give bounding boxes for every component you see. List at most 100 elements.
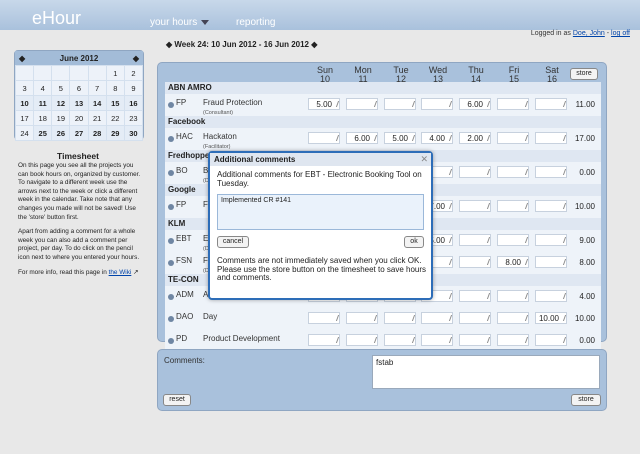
- pencil-icon[interactable]: [520, 203, 529, 209]
- logoff-link[interactable]: log off: [611, 30, 630, 37]
- pencil-icon[interactable]: [558, 203, 567, 209]
- calendar-day[interactable]: 30: [123, 125, 144, 141]
- hours-input[interactable]: [535, 234, 567, 246]
- pencil-icon[interactable]: [558, 135, 567, 141]
- hours-input[interactable]: [421, 98, 453, 110]
- hours-input[interactable]: [384, 98, 416, 110]
- hours-input[interactable]: [459, 290, 491, 302]
- hours-input[interactable]: [497, 312, 529, 324]
- calendar-day[interactable]: 3: [14, 80, 35, 96]
- pencil-icon[interactable]: [520, 337, 529, 343]
- pencil-icon[interactable]: [444, 293, 453, 299]
- pencil-icon[interactable]: [558, 169, 567, 175]
- calendar-day[interactable]: 6: [69, 80, 89, 96]
- pencil-icon[interactable]: [331, 337, 340, 343]
- pencil-icon[interactable]: [558, 237, 567, 243]
- pencil-icon[interactable]: [482, 315, 491, 321]
- pencil-icon[interactable]: [482, 101, 491, 107]
- pencil-icon[interactable]: [520, 169, 529, 175]
- hours-input[interactable]: [308, 312, 340, 324]
- hours-input[interactable]: [384, 334, 416, 346]
- hours-input[interactable]: 5.00: [384, 132, 416, 144]
- calendar-day[interactable]: 1: [105, 65, 125, 81]
- pencil-icon[interactable]: [520, 293, 529, 299]
- prev-week-icon[interactable]: ◆: [166, 40, 172, 49]
- pencil-icon[interactable]: [444, 337, 453, 343]
- hours-input[interactable]: [497, 200, 529, 212]
- calendar-day[interactable]: 26: [51, 125, 71, 141]
- hours-input[interactable]: 2.00: [459, 132, 491, 144]
- hours-input[interactable]: [497, 290, 529, 302]
- calendar-day[interactable]: 17: [14, 110, 35, 126]
- pencil-icon[interactable]: [520, 135, 529, 141]
- pencil-icon[interactable]: [520, 101, 529, 107]
- hours-input[interactable]: [497, 98, 529, 110]
- pencil-icon[interactable]: [369, 315, 378, 321]
- hours-input[interactable]: [497, 234, 529, 246]
- pencil-icon[interactable]: [331, 101, 340, 107]
- pencil-icon[interactable]: [444, 135, 453, 141]
- pencil-icon[interactable]: [482, 293, 491, 299]
- hours-input[interactable]: [535, 132, 567, 144]
- hours-input[interactable]: [497, 166, 529, 178]
- close-icon[interactable]: ✕: [420, 153, 428, 166]
- pencil-icon[interactable]: [482, 203, 491, 209]
- pencil-icon[interactable]: [558, 101, 567, 107]
- hours-input[interactable]: [497, 132, 529, 144]
- calendar-day[interactable]: 25: [33, 125, 53, 141]
- pencil-icon[interactable]: [558, 337, 567, 343]
- calendar-week[interactable]: 10 11 12 13 14 15 16: [14, 95, 144, 111]
- pencil-icon[interactable]: [369, 101, 378, 107]
- hours-input[interactable]: [308, 132, 340, 144]
- pencil-icon[interactable]: [520, 237, 529, 243]
- calendar-day[interactable]: 21: [87, 110, 107, 126]
- hours-input[interactable]: [535, 290, 567, 302]
- pencil-icon[interactable]: [369, 337, 378, 343]
- hours-input[interactable]: [459, 200, 491, 212]
- calendar-week[interactable]: 12: [14, 65, 144, 81]
- calendar-day[interactable]: 14: [87, 95, 107, 111]
- hours-input[interactable]: [346, 334, 378, 346]
- comments-store-button[interactable]: store: [571, 394, 601, 406]
- calendar-day[interactable]: 27: [69, 125, 89, 141]
- pencil-icon[interactable]: [407, 315, 416, 321]
- next-week-icon[interactable]: ◆: [311, 40, 317, 49]
- calendar-day[interactable]: 23: [123, 110, 144, 126]
- nav-your-hours[interactable]: your hours: [150, 17, 210, 28]
- pencil-icon[interactable]: [407, 337, 416, 343]
- hours-input[interactable]: [535, 98, 567, 110]
- calendar-day[interactable]: 22: [105, 110, 125, 126]
- reset-button[interactable]: reset: [163, 394, 191, 406]
- calendar-day[interactable]: 28: [87, 125, 107, 141]
- calendar-day[interactable]: 4: [33, 80, 53, 96]
- comments-textarea[interactable]: fstab: [372, 355, 600, 389]
- calendar-day[interactable]: 20: [69, 110, 89, 126]
- pencil-icon[interactable]: [558, 293, 567, 299]
- hours-input[interactable]: [535, 166, 567, 178]
- pencil-icon[interactable]: [482, 169, 491, 175]
- pencil-icon[interactable]: [558, 315, 567, 321]
- pencil-icon[interactable]: [482, 135, 491, 141]
- dialog-comment-input[interactable]: Implemented CR #141: [217, 194, 424, 230]
- calendar-day[interactable]: 24: [14, 125, 35, 141]
- pencil-icon[interactable]: [444, 203, 453, 209]
- pencil-icon[interactable]: [369, 135, 378, 141]
- pencil-icon[interactable]: [444, 237, 453, 243]
- hours-input[interactable]: [535, 256, 567, 268]
- pencil-icon[interactable]: [444, 315, 453, 321]
- hours-input[interactable]: 6.00: [346, 132, 378, 144]
- hours-input[interactable]: 6.00: [459, 98, 491, 110]
- ok-button[interactable]: ok: [404, 236, 424, 248]
- hours-input[interactable]: 5.00: [308, 98, 340, 110]
- calendar-day[interactable]: 2: [123, 65, 144, 81]
- pencil-icon[interactable]: [482, 259, 491, 265]
- hours-input[interactable]: [346, 98, 378, 110]
- calendar-day[interactable]: 13: [69, 95, 89, 111]
- calendar-day[interactable]: 9: [123, 80, 144, 96]
- calendar-next-icon[interactable]: ◆: [133, 54, 139, 63]
- calendar-week[interactable]: 24 25 26 27 28 29 30: [14, 125, 144, 141]
- pencil-icon[interactable]: [407, 101, 416, 107]
- pencil-icon[interactable]: [482, 337, 491, 343]
- calendar-day[interactable]: 11: [33, 95, 53, 111]
- store-button[interactable]: store: [570, 68, 598, 80]
